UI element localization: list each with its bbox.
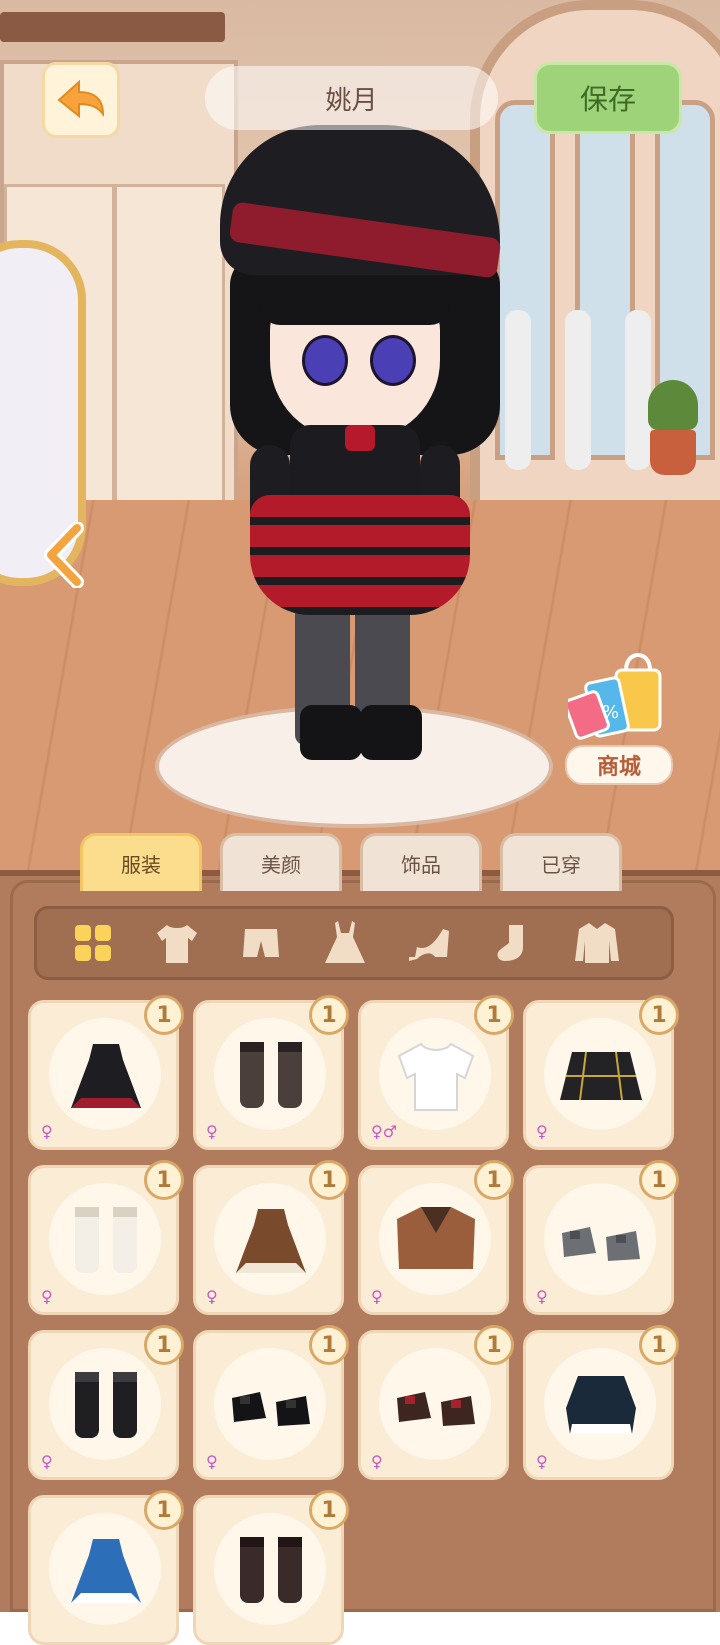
gender-tag: ♀ bbox=[41, 1287, 53, 1306]
gender-tag: ♀ bbox=[536, 1287, 548, 1306]
item-count-badge: 1 bbox=[309, 1490, 349, 1530]
category-bottom[interactable] bbox=[233, 917, 289, 969]
character-eye-left bbox=[302, 335, 348, 386]
item-count-badge: 1 bbox=[474, 1325, 514, 1365]
clothing-item-card[interactable]: 1 ♀♂ bbox=[358, 995, 514, 1150]
category-shoes[interactable] bbox=[401, 917, 457, 969]
back-arrow-icon bbox=[57, 79, 105, 119]
item-count-badge: 1 bbox=[144, 1325, 184, 1365]
character-name[interactable]: 姚月 bbox=[205, 66, 498, 130]
svg-text:%: % bbox=[602, 702, 619, 723]
tab-accessories[interactable]: 饰品 bbox=[360, 833, 482, 891]
item-count-badge: 1 bbox=[309, 1325, 349, 1365]
character-avatar[interactable] bbox=[200, 105, 510, 785]
chevron-left-icon bbox=[44, 522, 84, 588]
category-dress[interactable] bbox=[317, 917, 373, 969]
gender-tag: ♀ bbox=[536, 1122, 548, 1141]
socks-item-icon bbox=[75, 1372, 137, 1438]
grid-icon bbox=[75, 925, 111, 961]
item-count-badge: 1 bbox=[144, 1160, 184, 1200]
character-eye-right bbox=[370, 335, 416, 386]
dress-icon bbox=[325, 921, 365, 963]
clothing-item-card[interactable]: 1 ♀ bbox=[193, 1325, 349, 1480]
item-count-badge: 1 bbox=[474, 995, 514, 1035]
clothing-item-card[interactable]: 1 ♀ bbox=[193, 1160, 349, 1315]
wall-shelf bbox=[0, 12, 225, 42]
category-socks[interactable] bbox=[485, 917, 541, 969]
gender-tag: ♀ bbox=[41, 1122, 53, 1141]
shoes-item-icon bbox=[232, 1392, 310, 1426]
character-bow bbox=[345, 425, 375, 451]
sock-icon bbox=[497, 925, 523, 961]
character-skirt bbox=[250, 495, 470, 615]
gender-tag: ♀ bbox=[371, 1452, 383, 1471]
clothing-item-card[interactable]: 1 ♀ bbox=[358, 1160, 514, 1315]
clothing-item-card[interactable]: 1 bbox=[28, 1490, 184, 1645]
item-count-badge: 1 bbox=[144, 995, 184, 1035]
character-boot-right bbox=[360, 705, 422, 760]
shop-button[interactable]: % 商城 bbox=[560, 640, 675, 785]
shoes-item-icon bbox=[562, 1227, 640, 1261]
shopping-bag-icon: % bbox=[568, 653, 662, 740]
category-outerwear[interactable] bbox=[569, 917, 625, 969]
gender-tag: ♀ bbox=[206, 1287, 218, 1306]
dress-item-icon bbox=[71, 1044, 141, 1108]
tab-worn[interactable]: 已穿 bbox=[500, 833, 622, 891]
gender-tag: ♀ bbox=[371, 1287, 383, 1306]
clothing-item-card[interactable]: 1 ♀ bbox=[193, 995, 349, 1150]
gender-tag: ♀ bbox=[536, 1452, 548, 1471]
railing-post bbox=[565, 310, 591, 470]
previous-scene-button[interactable] bbox=[40, 520, 90, 590]
character-boot-left bbox=[300, 705, 362, 760]
shorts-icon bbox=[243, 929, 279, 957]
gender-tag: ♀ bbox=[206, 1452, 218, 1471]
clothing-item-card[interactable]: 1 ♀ bbox=[28, 995, 184, 1150]
jacket-item-icon bbox=[397, 1207, 475, 1269]
skirt-item-icon bbox=[560, 1051, 642, 1101]
socks-item-icon bbox=[75, 1207, 137, 1273]
back-button[interactable] bbox=[42, 62, 120, 138]
clothing-item-card[interactable]: 1 ♀ bbox=[523, 1160, 679, 1315]
plant-pot bbox=[650, 430, 696, 475]
character-bangs bbox=[260, 270, 450, 325]
jacket-icon bbox=[575, 923, 619, 963]
clothing-item-card[interactable]: 1 ♀ bbox=[523, 1325, 679, 1480]
potted-plant bbox=[648, 380, 698, 430]
category-all[interactable] bbox=[65, 917, 121, 969]
dress-item-icon bbox=[71, 1539, 141, 1603]
dress-item-icon bbox=[236, 1209, 306, 1273]
shirt-item-icon bbox=[397, 1042, 475, 1111]
shoes-item-icon bbox=[397, 1392, 475, 1426]
shirt-icon bbox=[157, 925, 197, 963]
clothing-item-card[interactable]: 1 bbox=[193, 1490, 349, 1645]
item-count-badge: 1 bbox=[144, 1490, 184, 1530]
category-filter-bar bbox=[34, 906, 674, 980]
save-button[interactable]: 保存 bbox=[534, 62, 682, 134]
item-count-badge: 1 bbox=[309, 1160, 349, 1200]
gender-tag: ♀ bbox=[41, 1452, 53, 1471]
top-item-icon bbox=[566, 1376, 636, 1434]
item-count-badge: 1 bbox=[474, 1160, 514, 1200]
clothing-item-card[interactable]: 1 ♀ bbox=[28, 1160, 184, 1315]
item-count-badge: 1 bbox=[639, 1160, 679, 1200]
item-count-badge: 1 bbox=[639, 1325, 679, 1365]
heel-icon bbox=[409, 929, 449, 961]
socks-item-icon bbox=[240, 1042, 302, 1108]
clothing-item-card[interactable]: 1 ♀ bbox=[28, 1325, 184, 1480]
clothing-item-card[interactable]: 1 ♀ bbox=[523, 995, 679, 1150]
category-top[interactable] bbox=[149, 917, 205, 969]
railing-post bbox=[625, 310, 651, 470]
item-count-badge: 1 bbox=[639, 995, 679, 1035]
wardrobe-tabs: 服装 美颜 饰品 已穿 bbox=[80, 833, 640, 891]
item-count-badge: 1 bbox=[309, 995, 349, 1035]
shop-label: 商城 bbox=[565, 745, 673, 785]
clothing-item-card[interactable]: 1 ♀ bbox=[358, 1325, 514, 1480]
tab-clothing[interactable]: 服装 bbox=[80, 833, 202, 891]
gender-tag: ♀ bbox=[206, 1122, 218, 1141]
tab-beauty[interactable]: 美颜 bbox=[220, 833, 342, 891]
socks-item-icon bbox=[240, 1537, 302, 1603]
gender-tag: ♀♂ bbox=[371, 1122, 398, 1141]
